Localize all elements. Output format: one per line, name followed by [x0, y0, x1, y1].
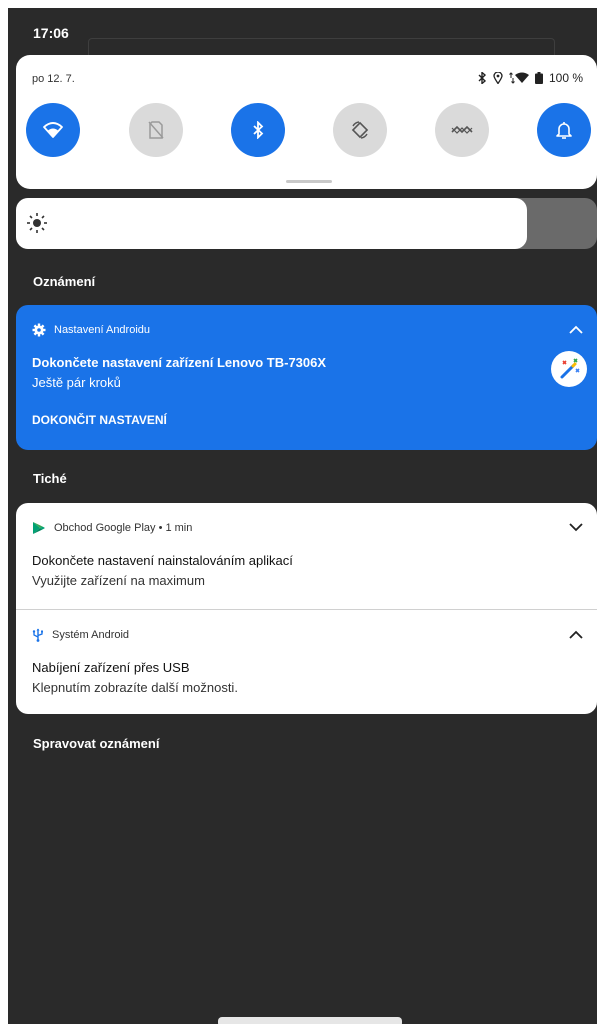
magic-wand-icon — [560, 358, 580, 379]
navigation-handle[interactable] — [218, 1017, 402, 1024]
setup-wizard-badge — [551, 351, 587, 387]
brightness-fill — [16, 198, 527, 249]
notification-title: Nabíjení zařízení přes USB — [32, 660, 190, 675]
usb-icon — [32, 628, 43, 642]
notification-app-name: Obchod Google Play • 1 min — [54, 522, 193, 534]
notification-app-header: Systém Android — [32, 628, 129, 642]
notification-text: Klepnutím zobrazíte další možnosti. — [32, 680, 238, 695]
chevron-up-icon[interactable] — [569, 325, 583, 334]
no-sim-icon — [148, 121, 164, 139]
auto-rotate-icon — [351, 121, 369, 139]
qs-date: po 12. 7. — [32, 73, 75, 85]
quick-settings-panel[interactable]: po 12. 7. 100 % — [16, 55, 597, 189]
silent-notification-group: Obchod Google Play • 1 min Dokončete nas… — [16, 503, 597, 714]
chevron-down-icon[interactable] — [569, 523, 583, 532]
notification-title: Dokončete nastavení nainstalováním aplik… — [32, 553, 293, 568]
auto-rotate-tile[interactable] — [333, 103, 387, 157]
qs-status-icons: 100 % — [477, 71, 583, 85]
do-not-disturb-tile[interactable] — [537, 103, 591, 157]
brightness-slider[interactable] — [16, 198, 597, 249]
chevron-up-icon[interactable] — [569, 630, 583, 639]
google-play-icon — [33, 522, 45, 534]
notification-app-name: Nastavení Androidu — [54, 324, 151, 336]
notification-title: Dokončete nastavení zařízení Lenovo TB-7… — [32, 355, 327, 370]
notification-text: Využijte zařízení na maximum — [32, 573, 205, 588]
notification-shade: 17:06 po 12. 7. 100 % Oznámení Nastavení… — [8, 8, 597, 1024]
bluetooth-status-icon — [478, 72, 487, 84]
gear-icon — [32, 323, 46, 337]
play-store-notification[interactable]: Obchod Google Play • 1 min Dokončete nas… — [16, 503, 597, 609]
location-icon — [493, 72, 503, 84]
section-silent: Tiché — [33, 471, 67, 486]
wifi-tile[interactable] — [26, 103, 80, 157]
section-notifications: Oznámení — [33, 274, 96, 289]
wifi-status-icon — [509, 72, 529, 84]
brightness-icon — [27, 213, 47, 233]
notification-app-header: Obchod Google Play • 1 min — [32, 521, 192, 535]
battery-icon — [534, 72, 543, 84]
status-time: 17:06 — [33, 25, 69, 41]
bluetooth-icon — [253, 121, 264, 139]
notification-app-header: Nastavení Androidu — [32, 323, 150, 337]
usb-charging-notification[interactable]: Systém Android Nabíjení zařízení přes US… — [16, 610, 597, 714]
qs-expand-handle[interactable] — [286, 180, 332, 183]
qs-tiles — [16, 103, 597, 157]
data-saver-icon — [451, 125, 473, 134]
notification-bell-icon — [556, 122, 572, 139]
notification-app-name: Systém Android — [52, 629, 130, 641]
finish-setup-button[interactable]: DOKONČIT NASTAVENÍ — [32, 413, 167, 427]
manage-notifications-button[interactable]: Spravovat oznámení — [33, 736, 159, 751]
battery-percent: 100 % — [548, 71, 583, 85]
notification-text: Ještě pár kroků — [32, 375, 121, 390]
android-setup-notification[interactable]: Nastavení Androidu Dokončete nastavení z… — [16, 305, 597, 450]
data-saver-tile[interactable] — [435, 103, 489, 157]
mobile-data-tile[interactable] — [129, 103, 183, 157]
bluetooth-tile[interactable] — [231, 103, 285, 157]
wifi-icon — [43, 122, 63, 138]
